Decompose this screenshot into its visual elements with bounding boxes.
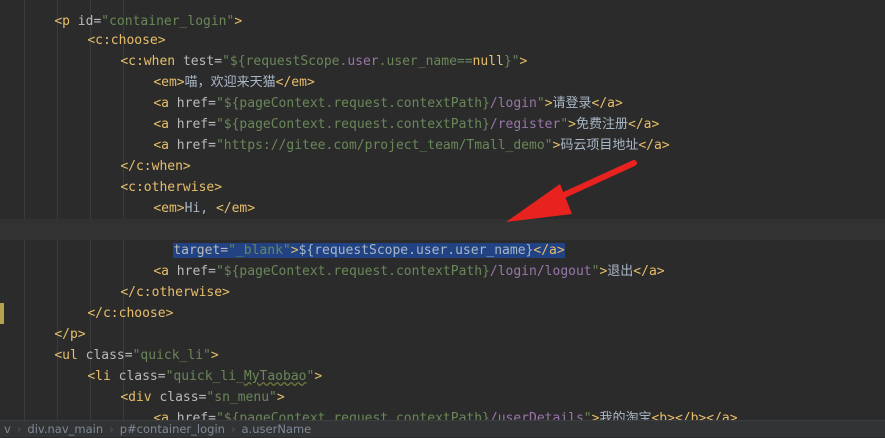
code-editor[interactable]: <p id="container_login"> <c:choose> <c:w… (0, 0, 885, 420)
breadcrumb: v › div.nav_main › p#container_login › a.userN… (0, 420, 885, 437)
annotation-arrow-icon (506, 160, 637, 222)
breadcrumb-item[interactable]: a.userName (242, 422, 312, 436)
breadcrumb-item[interactable]: p#container_login (120, 422, 225, 436)
breadcrumb-item[interactable]: v (4, 422, 11, 436)
breadcrumb-item[interactable]: div.nav_main (27, 422, 103, 436)
